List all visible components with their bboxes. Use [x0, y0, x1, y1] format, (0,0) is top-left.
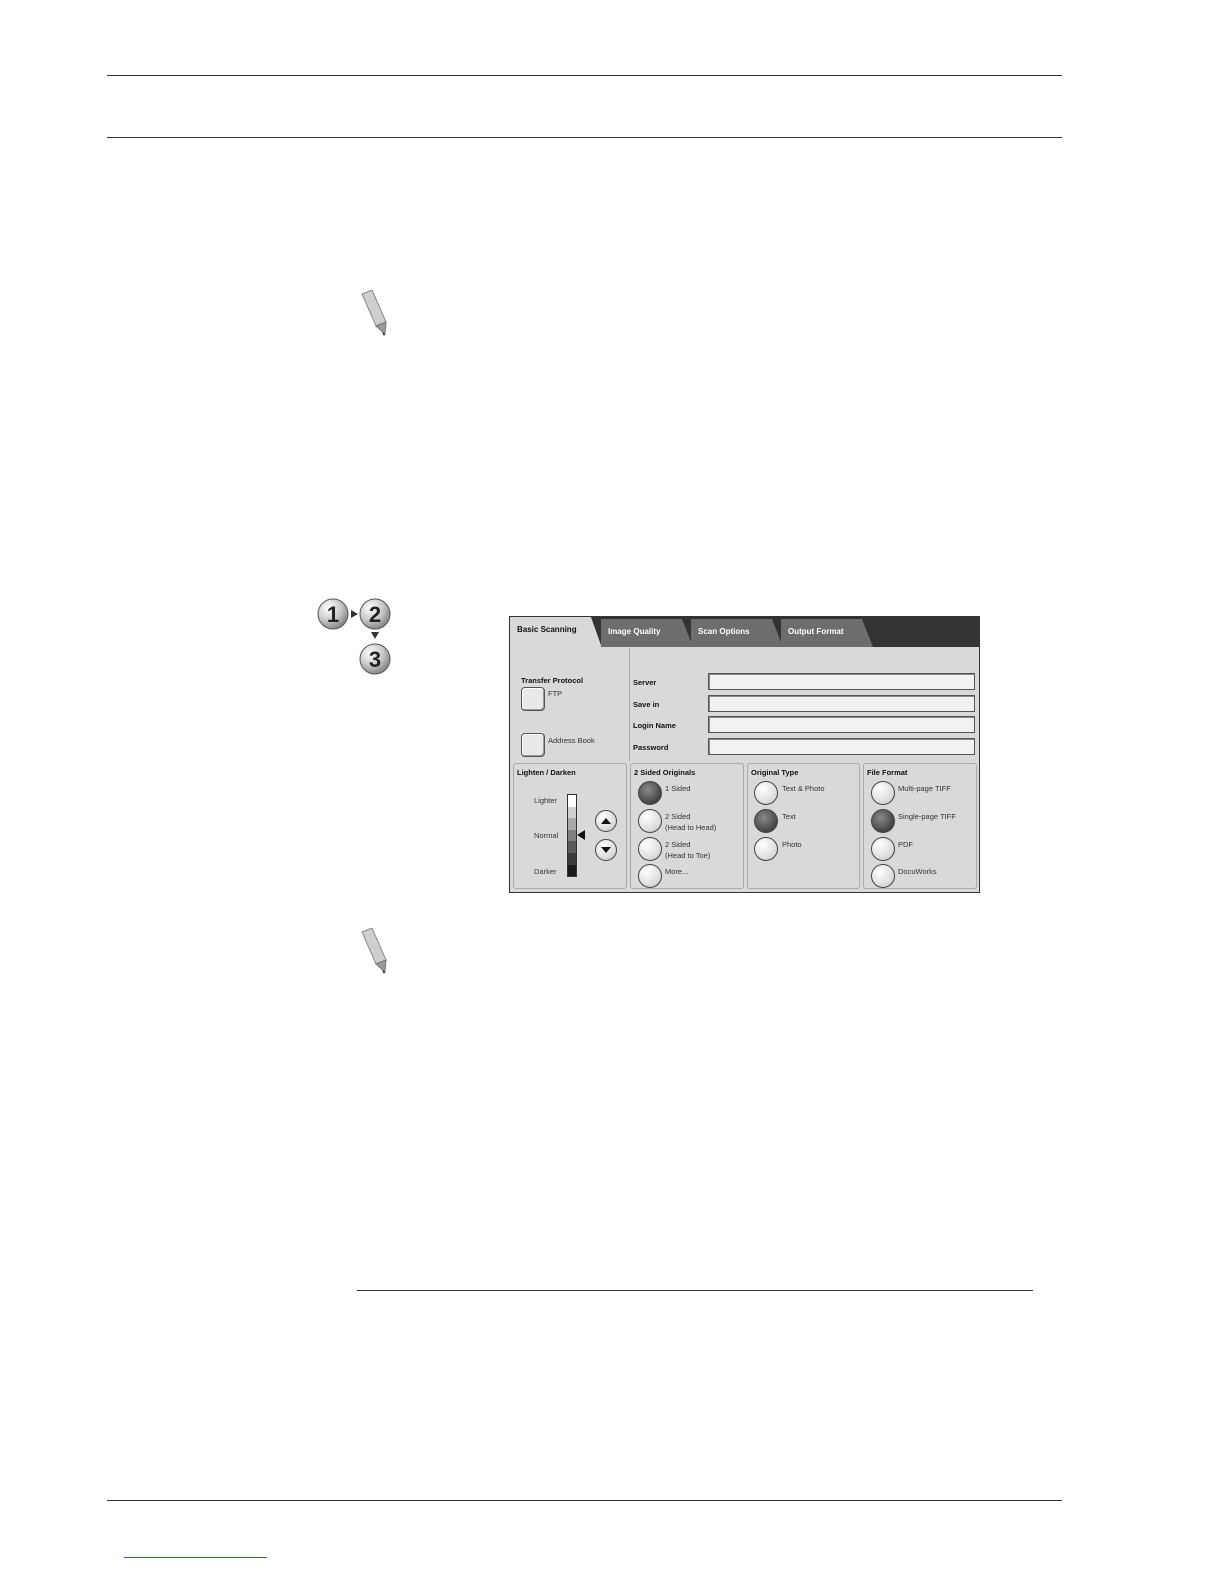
one-sided-label: 1 Sided: [665, 784, 691, 793]
footer-link-underline[interactable]: [124, 1557, 267, 1558]
header-rule-bottom: [107, 137, 1062, 138]
transfer-protocol-title: Transfer Protocol: [521, 676, 584, 685]
density-pointer-icon: [577, 830, 585, 840]
lighter-label: Lighter: [534, 796, 557, 805]
lighter-up-button[interactable]: [595, 810, 617, 832]
lighten-darken-group: Lighten / Darken Lighter Normal Darker: [513, 763, 627, 889]
docuworks-label: DocuWorks: [898, 867, 937, 876]
step-sequence-icon: 1 2 3: [317, 598, 391, 675]
server-field[interactable]: [708, 673, 975, 690]
server-label: Server: [633, 678, 657, 687]
file-format-title: File Format: [867, 768, 908, 777]
two-sided-title: 2 Sided Originals: [634, 768, 696, 777]
tab-basic-scanning[interactable]: Basic Scanning: [510, 617, 602, 648]
lighten-darken-title: Lighten / Darken: [517, 768, 576, 777]
darker-down-button[interactable]: [595, 839, 617, 861]
two-sided-head-to-head-label: 2 Sided (Head to Head): [665, 812, 717, 832]
radio-text-and-photo[interactable]: [754, 781, 778, 805]
original-type-title: Original Type: [751, 768, 799, 777]
two-sided-originals-group: 2 Sided Originals 1 Sided 2 Sided (Head t…: [630, 763, 744, 889]
two-sided-head-to-toe-label: 2 Sided (Head to Toe): [665, 840, 711, 860]
address-book-button[interactable]: [521, 733, 545, 757]
note-pencil-icon: [361, 290, 387, 336]
login-name-label: Login Name: [633, 721, 676, 730]
ftp-button[interactable]: [521, 687, 545, 711]
tab-output-format[interactable]: Output Format: [781, 619, 873, 647]
radio-2-sided-head-to-toe[interactable]: [638, 837, 662, 861]
save-in-label: Save in: [633, 700, 660, 709]
basic-scanning-panel: Basic Scanning Image Quality Scan Option…: [509, 616, 980, 893]
svg-text:1: 1: [327, 602, 339, 627]
chevron-up-icon: [601, 818, 611, 824]
save-in-field[interactable]: [708, 695, 975, 712]
section-rule: [357, 1290, 1033, 1291]
radio-1-sided[interactable]: [638, 781, 662, 805]
radio-single-page-tiff[interactable]: [871, 809, 895, 833]
password-label: Password: [633, 743, 669, 752]
svg-text:3: 3: [369, 647, 381, 672]
login-name-field[interactable]: [708, 716, 975, 733]
header-rule-top: [107, 75, 1062, 76]
file-format-group: File Format Multi-page TIFF Single-page …: [863, 763, 977, 889]
radio-more[interactable]: [638, 864, 662, 888]
multi-page-tiff-label: Multi-page TIFF: [898, 784, 951, 793]
text-and-photo-label: Text & Photo: [782, 784, 825, 793]
chevron-down-icon: [601, 847, 611, 853]
normal-label: Normal: [534, 831, 559, 840]
density-scale: [567, 794, 577, 877]
original-type-group: Original Type Text & Photo Text Photo: [747, 763, 860, 889]
photo-label: Photo: [782, 840, 802, 849]
text-label: Text: [782, 812, 796, 821]
vertical-divider: [629, 648, 630, 761]
single-page-tiff-label: Single-page TIFF: [898, 812, 956, 821]
footer-rule: [107, 1500, 1062, 1501]
radio-multi-page-tiff[interactable]: [871, 781, 895, 805]
tab-scan-options[interactable]: Scan Options: [691, 619, 783, 647]
password-field[interactable]: [708, 738, 975, 755]
ftp-label: FTP: [548, 689, 563, 698]
tab-image-quality[interactable]: Image Quality: [601, 619, 693, 647]
tab-bar: Basic Scanning Image Quality Scan Option…: [510, 617, 979, 648]
pdf-label: PDF: [898, 840, 913, 849]
radio-pdf[interactable]: [871, 837, 895, 861]
radio-photo[interactable]: [754, 837, 778, 861]
address-book-label: Address Book: [548, 736, 595, 745]
radio-docuworks[interactable]: [871, 864, 895, 888]
radio-2-sided-head-to-head[interactable]: [638, 809, 662, 833]
note-pencil-icon: [361, 928, 387, 974]
darker-label: Darker: [534, 867, 557, 876]
svg-text:2: 2: [369, 602, 381, 627]
more-label: More...: [665, 867, 689, 876]
radio-text[interactable]: [754, 809, 778, 833]
